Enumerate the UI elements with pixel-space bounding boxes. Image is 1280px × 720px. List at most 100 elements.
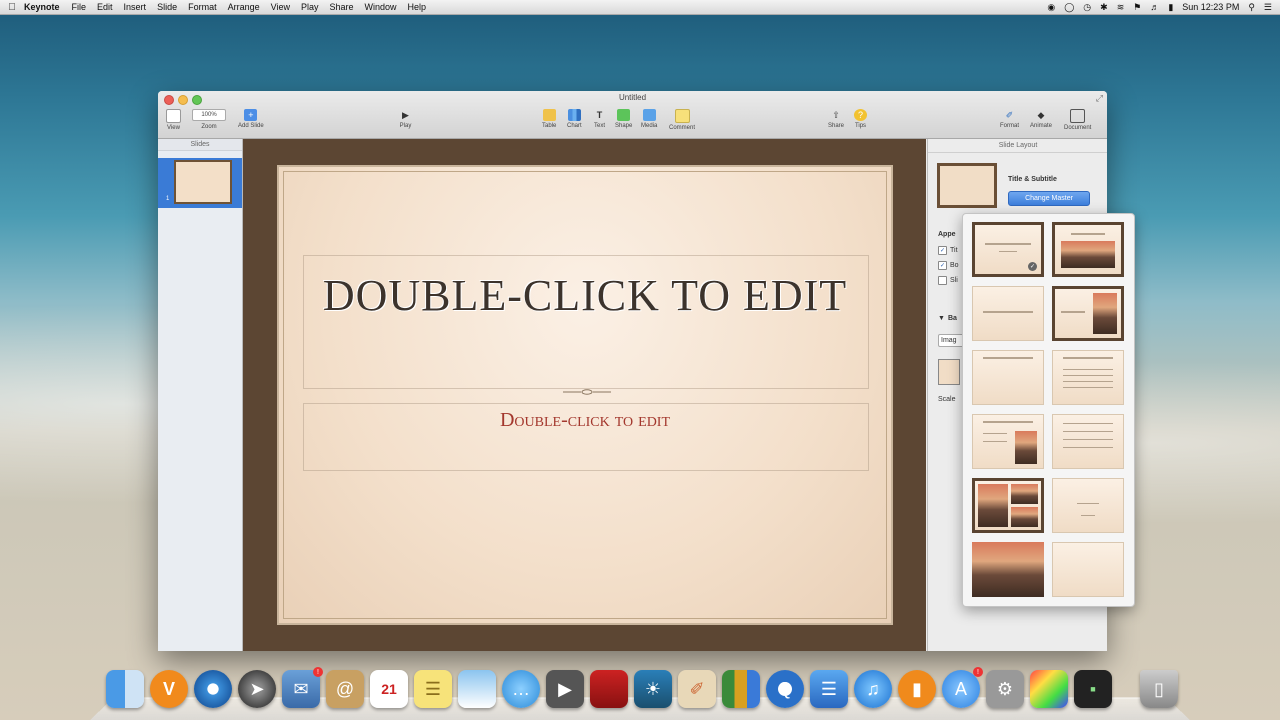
app-store-icon[interactable]: A! [942, 667, 983, 708]
media-button[interactable]: Media [641, 109, 657, 129]
zoom-control[interactable]: 100% Zoom [192, 109, 226, 130]
shape-button[interactable]: Shape [615, 109, 632, 129]
spotlight-icon[interactable]: ⚲ [1248, 2, 1255, 13]
master-blank[interactable] [1052, 542, 1124, 597]
messages-icon[interactable]: … [502, 670, 540, 708]
safari-icon[interactable] [194, 670, 232, 708]
add-slide-button[interactable]: + Add Slide [238, 109, 264, 129]
background-image-well[interactable] [938, 359, 960, 385]
trash-icon[interactable]: ▯ [1140, 670, 1178, 708]
fullscreen-icon[interactable]: ⤢ [1096, 93, 1103, 104]
slide[interactable]: DOUBLE-CLICK TO EDIT Double-click to edi… [277, 165, 893, 625]
slide-subtitle[interactable]: Double-click to edit [279, 409, 891, 432]
itunes-icon[interactable]: ♫ [854, 670, 892, 708]
chart-icon [567, 109, 581, 121]
menu-play[interactable]: Play [301, 2, 319, 12]
slide-title[interactable]: DOUBLE-CLICK TO EDIT [279, 269, 891, 323]
menu-arrange[interactable]: Arrange [228, 2, 260, 12]
activity-monitor-icon[interactable]: ■ [1074, 670, 1112, 708]
master-thumbnail[interactable] [937, 163, 997, 208]
system-preferences-icon[interactable]: ⚙ [986, 670, 1024, 708]
numbers-icon[interactable] [722, 670, 760, 708]
menu-slide[interactable]: Slide [157, 2, 177, 12]
reminders-icon[interactable] [458, 670, 496, 708]
finder-icon[interactable] [106, 670, 144, 708]
menu-file[interactable]: File [72, 2, 87, 12]
menubar-clock[interactable]: Sun 12:23 PM [1182, 2, 1239, 12]
menu-app-name[interactable]: Keynote [24, 2, 60, 12]
tips-button[interactable]: ? Tips [854, 109, 867, 129]
photo-booth-icon[interactable] [590, 670, 628, 708]
battery-icon[interactable]: ▮ [1168, 2, 1173, 13]
comment-button[interactable]: Comment [669, 109, 695, 131]
pages-icon[interactable]: ✐ [678, 670, 716, 708]
mail-icon[interactable]: ✉! [282, 667, 323, 708]
keynote-icon[interactable]: ☰ [810, 670, 848, 708]
layout-bullet-line [983, 433, 1007, 434]
share-button[interactable]: ⇧ Share [828, 109, 844, 130]
bluetooth-icon[interactable]: ✱ [1100, 2, 1108, 13]
master-photo-3-up[interactable] [972, 478, 1044, 533]
menu-edit[interactable]: Edit [97, 2, 113, 12]
slide-canvas[interactable]: DOUBLE-CLICK TO EDIT Double-click to edi… [243, 139, 926, 651]
master-quote[interactable] [1052, 478, 1124, 533]
calendar-icon[interactable]: 21 [370, 670, 408, 708]
scale-label: Scale [938, 396, 956, 403]
table-button[interactable]: Table [542, 109, 556, 129]
chart-button[interactable]: Chart [567, 109, 582, 129]
quicktime-icon[interactable]: Q [766, 670, 804, 708]
layout-photo [1011, 507, 1038, 527]
disclosure-triangle-icon[interactable]: ▼ [938, 315, 945, 322]
master-title-bullets[interactable] [1052, 350, 1124, 405]
menu-view[interactable]: View [271, 2, 290, 12]
slide-number-checkbox[interactable] [938, 276, 947, 285]
vlc-icon[interactable]: V [150, 670, 188, 708]
play-button[interactable]: ▶ Play [399, 109, 412, 130]
inspector-header: Slide Layout [928, 139, 1107, 153]
play-icon: ▶ [402, 109, 409, 120]
master-photo-horizontal[interactable] [1052, 222, 1124, 277]
facetime-icon[interactable]: ▶ [546, 670, 584, 708]
color-picker-icon[interactable] [1030, 670, 1068, 708]
record-icon[interactable]: ◉ [1047, 2, 1055, 13]
apple-menu-icon[interactable]:  [0, 2, 24, 13]
background-section[interactable]: ▼ Ba [938, 315, 957, 322]
layout-photo [978, 484, 1008, 527]
slide-number-option[interactable]: Sli [938, 276, 958, 285]
flag-icon[interactable]: ⚑ [1133, 2, 1141, 13]
text-button[interactable]: T Text [593, 109, 606, 129]
menu-window[interactable]: Window [365, 2, 397, 12]
body-checkbox[interactable]: ✓ [938, 261, 947, 270]
view-button[interactable]: View [166, 109, 181, 131]
menu-help[interactable]: Help [408, 2, 427, 12]
body-option[interactable]: ✓ Bo [938, 261, 959, 270]
master-title-bullets-photo[interactable] [972, 414, 1044, 469]
launchpad-icon[interactable]: ➤ [238, 670, 276, 708]
master-photo[interactable] [972, 542, 1044, 597]
format-button[interactable]: ✐ Format [1000, 109, 1019, 130]
document-button[interactable]: Document [1064, 109, 1091, 131]
notification-center-icon[interactable]: ☰ [1264, 2, 1272, 13]
title-checkbox[interactable]: ✓ [938, 246, 947, 255]
volume-icon[interactable]: ♬ [1150, 2, 1159, 12]
iphoto-icon[interactable]: ☀ [634, 670, 672, 708]
menu-format[interactable]: Format [188, 2, 217, 12]
master-title-subtitle[interactable]: ✓ [972, 222, 1044, 277]
menu-insert[interactable]: Insert [124, 2, 147, 12]
contacts-icon[interactable]: @ [326, 670, 364, 708]
zoom-value[interactable]: 100% [192, 109, 226, 121]
wifi-icon[interactable]: ≋ [1117, 2, 1125, 13]
animate-button[interactable]: ◆ Animate [1030, 109, 1052, 130]
title-option[interactable]: ✓ Tit [938, 246, 958, 255]
notes-icon[interactable]: ☰ [414, 670, 452, 708]
time-machine-icon[interactable]: ◷ [1083, 2, 1091, 13]
change-master-button[interactable]: Change Master [1008, 191, 1090, 206]
menu-share[interactable]: Share [330, 2, 354, 12]
master-bullets[interactable] [1052, 414, 1124, 469]
master-title-top[interactable] [972, 350, 1044, 405]
master-title-center[interactable] [972, 286, 1044, 341]
master-photo-vertical[interactable] [1052, 286, 1124, 341]
slide-thumbnail-1[interactable]: 1 [158, 158, 242, 208]
ibooks-icon[interactable]: ▮ [898, 670, 936, 708]
sync-icon[interactable]: ◯ [1064, 2, 1074, 13]
